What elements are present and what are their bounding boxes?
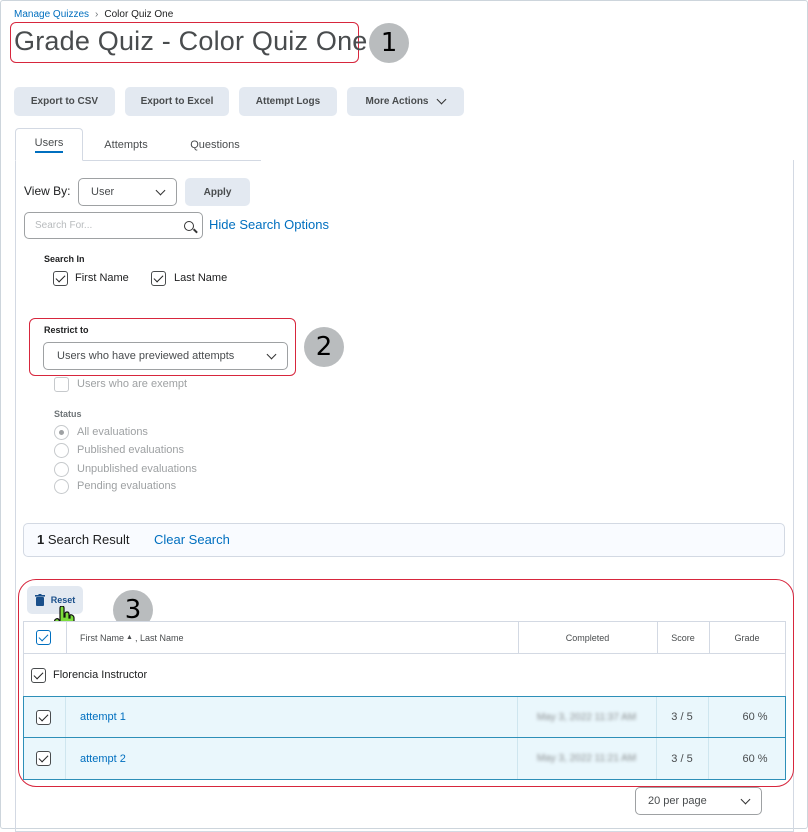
column-divider <box>66 622 67 653</box>
per-page-value: 20 per page <box>648 795 707 807</box>
status-label-all: All evaluations <box>77 426 148 438</box>
attempt-2-completed: May 3, 2022 11:21 AM <box>536 753 637 764</box>
column-divider <box>65 738 66 779</box>
search-result-count: 1 <box>37 532 45 547</box>
tab-attempts[interactable]: Attempts <box>90 128 162 161</box>
restrict-to-select[interactable]: Users who have previewed attempts <box>43 342 288 370</box>
apply-button[interactable]: Apply <box>185 178 250 206</box>
search-result-summary: 1 Search Result <box>37 532 130 547</box>
export-excel-label: Export to Excel <box>140 96 214 107</box>
callout-2: 2 <box>304 327 344 367</box>
tab-users[interactable]: Users <box>15 128 83 161</box>
exempt-checkbox[interactable] <box>54 377 69 392</box>
grade-header: Grade <box>734 632 760 643</box>
score-header: Score <box>671 632 695 643</box>
breadcrumb-current: Color Quiz One <box>104 9 174 20</box>
attempt-1-score: 3 / 5 <box>671 711 693 723</box>
tab-attempts-label: Attempts <box>104 138 148 151</box>
tab-questions-label: Questions <box>190 138 240 151</box>
export-excel-button[interactable]: Export to Excel <box>125 87 229 116</box>
last-name-label: Last Name <box>174 272 228 284</box>
name-header[interactable]: First Name ▲ , Last Name <box>80 622 183 653</box>
table-header-row: First Name ▲ , Last Name Completed Score… <box>23 621 786 654</box>
attempt-2-score: 3 / 5 <box>671 752 693 765</box>
breadcrumb-separator: › <box>95 9 99 20</box>
restrict-to-label: Restrict to <box>44 325 89 335</box>
last-name-sort[interactable]: , Last Name <box>135 633 184 643</box>
attempt-2-checkbox[interactable] <box>36 751 51 766</box>
breadcrumb: Manage Quizzes › Color Quiz One <box>14 9 173 20</box>
status-radio-published[interactable] <box>54 443 69 458</box>
results-table: First Name ▲ , Last Name Completed Score… <box>23 621 786 780</box>
view-by-label: View By: <box>24 184 71 198</box>
search-input[interactable]: Search For... <box>24 212 203 239</box>
status-label-published: Published evaluations <box>77 444 185 456</box>
first-name-sort[interactable]: First Name <box>80 633 124 643</box>
exempt-label: Users who are exempt <box>77 378 188 390</box>
search-result-bar <box>23 523 785 557</box>
status-label-unpublished: Unpublished evaluations <box>77 463 197 475</box>
last-name-checkbox[interactable] <box>151 271 166 286</box>
table-row: attempt 2 May 3, 2022 11:21 AM 3 / 5 60 … <box>23 738 786 780</box>
attempt-logs-button[interactable]: Attempt Logs <box>239 87 337 116</box>
chevron-down-icon <box>437 94 447 105</box>
search-icon[interactable] <box>184 220 194 231</box>
select-all-checkbox[interactable] <box>36 630 51 645</box>
row-checkbox-cell <box>36 697 51 737</box>
status-label-pending: Pending evaluations <box>77 480 177 492</box>
tab-users-label: Users <box>34 137 64 153</box>
attempt-2-grade: 60 % <box>742 752 768 765</box>
attempt-1-checkbox[interactable] <box>36 709 51 725</box>
attempt-logs-label: Attempt Logs <box>255 96 321 107</box>
chevron-down-icon <box>266 349 277 359</box>
table-row: attempt 1 May 3, 2022 11:37 AM 3 / 5 60 … <box>23 696 786 738</box>
more-actions-label: More Actions <box>365 96 429 107</box>
view-by-value: User <box>91 186 115 198</box>
export-csv-button[interactable]: Export to CSV <box>14 87 115 116</box>
view-by-select[interactable]: User <box>78 178 177 206</box>
row-checkbox-cell <box>36 738 51 779</box>
user-checkbox[interactable] <box>31 667 46 683</box>
user-name: Florencia Instructor <box>53 669 148 681</box>
completed-header: Completed <box>565 632 610 643</box>
clear-search-link[interactable]: Clear Search <box>154 532 230 547</box>
first-name-label: First Name <box>75 272 129 284</box>
hide-search-options-link[interactable]: Hide Search Options <box>209 217 329 232</box>
status-radio-pending[interactable] <box>54 479 69 494</box>
status-label: Status <box>54 409 82 419</box>
tab-questions[interactable]: Questions <box>172 128 258 161</box>
reset-label: Reset <box>50 595 76 605</box>
trash-icon <box>34 594 45 606</box>
select-all-cell <box>36 622 51 653</box>
user-row: Florencia Instructor <box>23 654 786 696</box>
sort-up-icon: ▲ <box>126 634 133 641</box>
breadcrumb-manage-quizzes[interactable]: Manage Quizzes <box>14 9 89 20</box>
chevron-down-icon <box>740 794 751 804</box>
callout-1: 1 <box>369 23 409 63</box>
page-title: Grade Quiz - Color Quiz One <box>14 26 368 56</box>
search-placeholder: Search For... <box>35 220 93 231</box>
status-radio-unpublished[interactable] <box>54 462 69 477</box>
attempt-2-link[interactable]: attempt 2 <box>80 738 126 779</box>
attempt-1-link[interactable]: attempt 1 <box>80 697 126 737</box>
more-actions-button[interactable]: More Actions <box>347 87 464 116</box>
user-checkbox-cell <box>31 654 46 696</box>
apply-label: Apply <box>203 186 232 198</box>
search-in-label: Search In <box>44 254 85 264</box>
per-page-select[interactable]: 20 per page <box>635 787 762 815</box>
export-csv-label: Export to CSV <box>30 96 99 107</box>
first-name-checkbox[interactable] <box>53 271 68 286</box>
attempt-1-completed: May 3, 2022 11:37 AM <box>536 711 637 723</box>
search-result-text: Search Result <box>47 532 130 547</box>
restrict-to-value: Users who have previewed attempts <box>57 350 235 362</box>
column-divider <box>65 697 66 737</box>
attempt-1-grade: 60 % <box>742 711 768 723</box>
chevron-down-icon <box>155 185 166 195</box>
status-radio-all[interactable] <box>54 425 69 440</box>
